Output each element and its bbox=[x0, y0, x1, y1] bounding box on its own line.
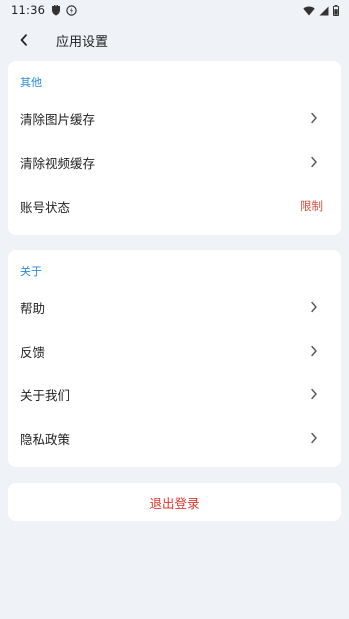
status-bar: 11:36 bbox=[0, 0, 349, 20]
clear-video-cache-row[interactable]: 清除视频缓存 bbox=[8, 144, 341, 180]
sync-icon bbox=[66, 1, 77, 20]
chevron-right-icon bbox=[309, 388, 319, 400]
status-time: 11:36 bbox=[11, 3, 46, 17]
account-status-value: 限制 bbox=[300, 199, 323, 213]
privacy-policy-row[interactable]: 隐私政策 bbox=[8, 420, 341, 456]
wifi-icon bbox=[303, 1, 315, 20]
app-header: 应用设置 bbox=[0, 26, 349, 54]
signal-icon bbox=[319, 1, 329, 20]
section-title-other: 其他 bbox=[20, 76, 42, 89]
battery-icon bbox=[333, 1, 339, 20]
row-label: 帮助 bbox=[20, 300, 46, 316]
account-status-row[interactable]: 账号状态 限制 bbox=[8, 188, 341, 224]
page-title: 应用设置 bbox=[56, 35, 109, 50]
logout-card: 退出登录 bbox=[8, 483, 341, 521]
about-us-row[interactable]: 关于我们 bbox=[8, 376, 341, 412]
row-label: 账号状态 bbox=[20, 199, 71, 215]
back-button[interactable] bbox=[14, 30, 34, 50]
section-other-card: 其他 清除图片缓存 清除视频缓存 账号状态 限制 bbox=[8, 61, 341, 235]
row-label: 清除图片缓存 bbox=[20, 111, 96, 127]
help-row[interactable]: 帮助 bbox=[8, 289, 341, 325]
row-label: 隐私政策 bbox=[20, 431, 71, 447]
row-label: 清除视频缓存 bbox=[20, 155, 96, 171]
chevron-right-icon bbox=[309, 112, 319, 124]
shield-icon bbox=[51, 1, 61, 20]
row-label: 反馈 bbox=[20, 344, 46, 360]
section-about-card: 关于 帮助 反馈 关于我们 隐私政策 bbox=[8, 250, 341, 467]
chevron-left-icon bbox=[19, 31, 29, 50]
chevron-right-icon bbox=[309, 432, 319, 444]
status-left: 11:36 bbox=[11, 1, 77, 20]
status-notification-icons bbox=[51, 1, 77, 20]
chevron-right-icon bbox=[309, 301, 319, 313]
logout-button[interactable]: 退出登录 bbox=[8, 483, 341, 521]
chevron-right-icon bbox=[309, 345, 319, 357]
feedback-row[interactable]: 反馈 bbox=[8, 333, 341, 369]
chevron-right-icon bbox=[309, 156, 319, 168]
clear-image-cache-row[interactable]: 清除图片缓存 bbox=[8, 100, 341, 136]
status-right bbox=[303, 1, 339, 20]
section-title-about: 关于 bbox=[20, 265, 42, 278]
row-label: 关于我们 bbox=[20, 387, 71, 403]
